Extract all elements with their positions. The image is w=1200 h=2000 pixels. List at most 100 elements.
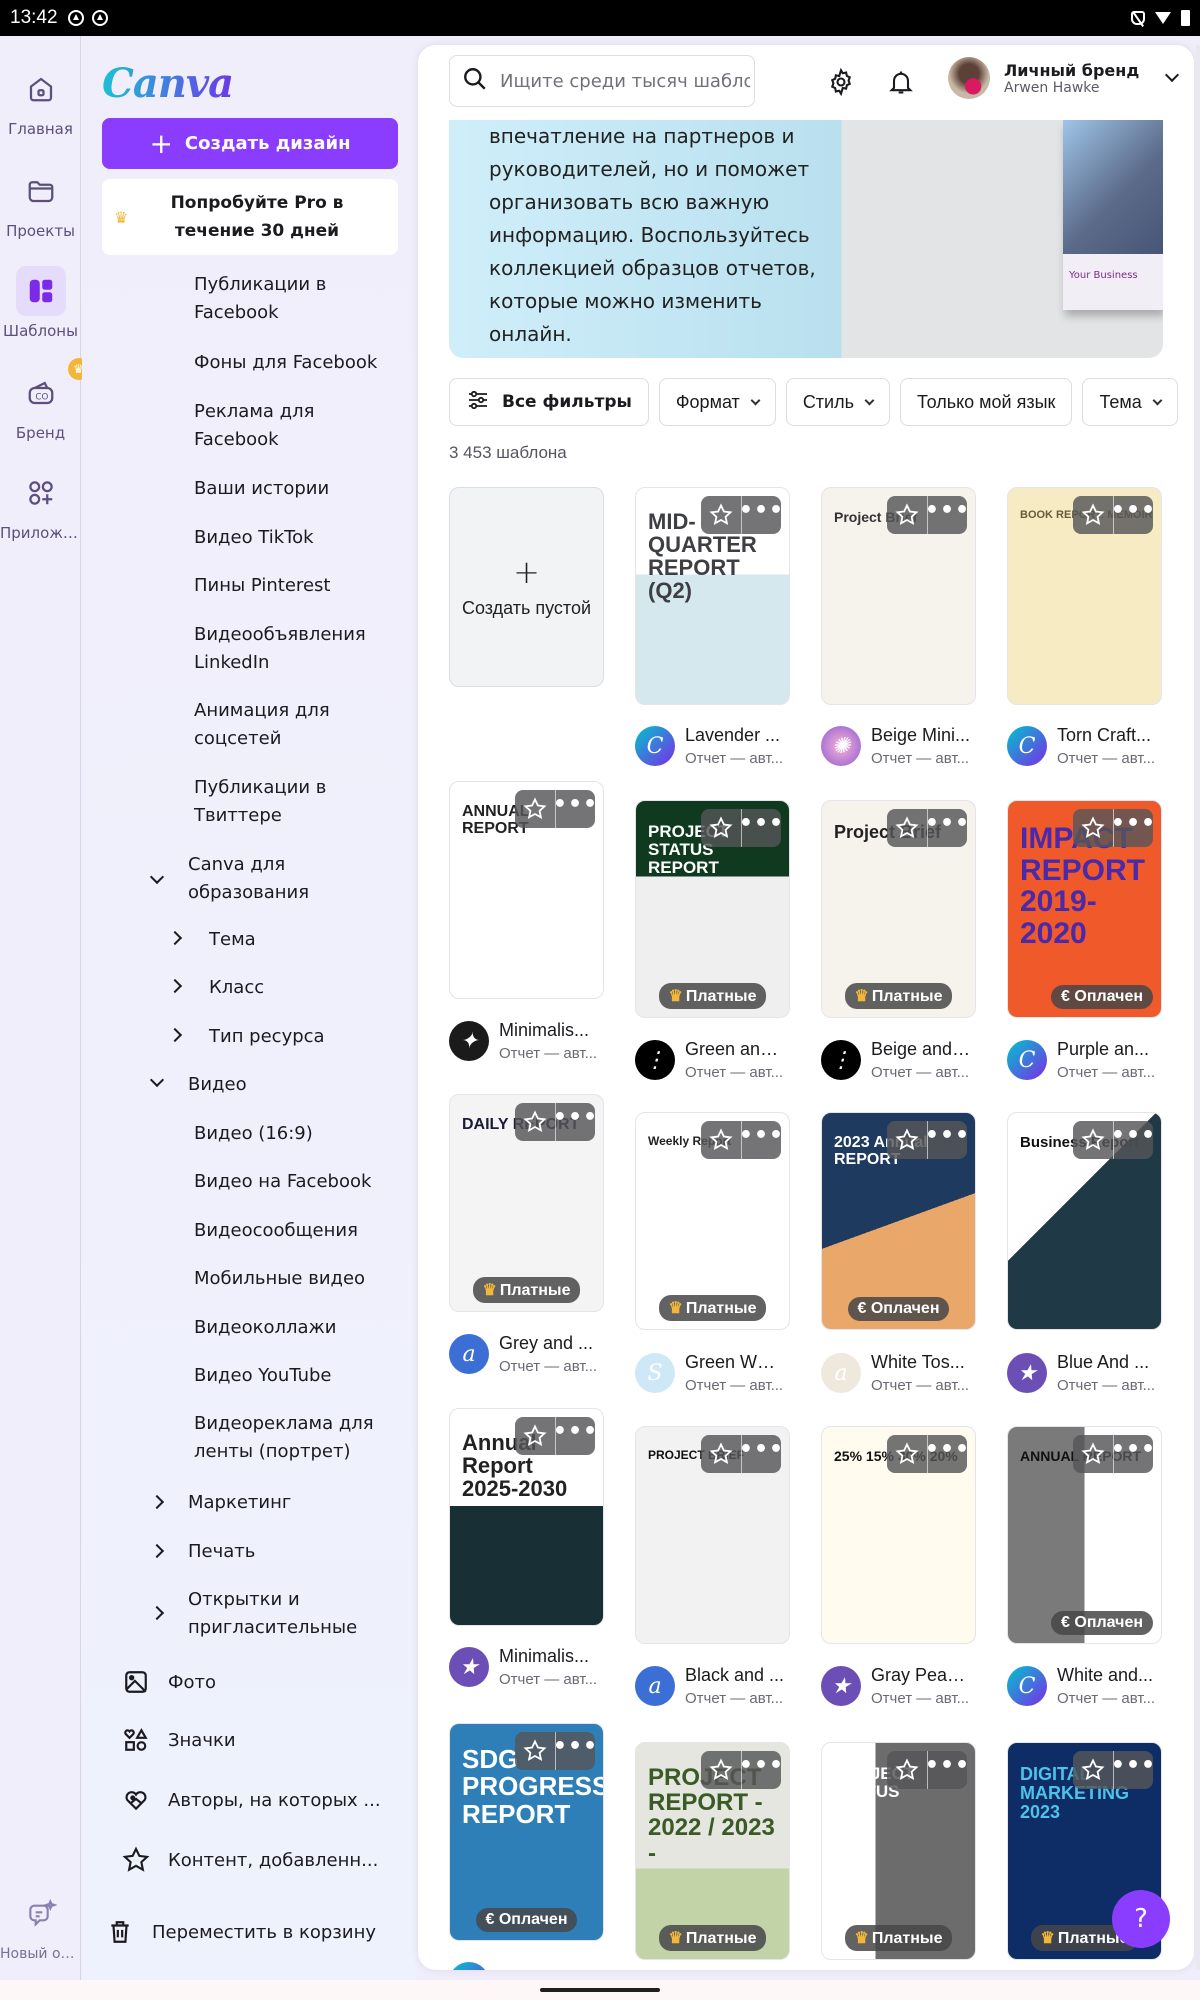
nav-item-starred-content[interactable]: Контент, добавленн... xyxy=(122,1846,378,1874)
more-options-icon[interactable]: ••• xyxy=(739,496,781,534)
more-options-icon[interactable]: ••• xyxy=(1111,1121,1153,1159)
template-name[interactable]: Purple an... xyxy=(1057,1039,1157,1060)
creator-avatar[interactable]: ✦ xyxy=(449,1021,489,1061)
nav-item-education-resource[interactable]: Тип ресурса xyxy=(209,1023,409,1051)
nav-item-twitter-posts[interactable]: Публикации в Твиттере xyxy=(194,774,404,830)
nav-item-photos[interactable]: Фото xyxy=(122,1668,216,1696)
nav-item-video-16-9[interactable]: Видео (16:9) xyxy=(194,1120,404,1148)
rail-item-apps[interactable]: Приложе... xyxy=(0,468,81,542)
rail-item-projects[interactable]: Проекты xyxy=(0,166,81,240)
favorite-star-icon[interactable] xyxy=(701,1751,741,1789)
template-name[interactable]: White and... xyxy=(1057,1665,1157,1686)
template-thumbnail[interactable]: BOOK REPORT: MEMOIR••• xyxy=(1007,487,1162,705)
template-name[interactable]: Green and... xyxy=(685,1039,785,1060)
more-options-icon[interactable]: ••• xyxy=(925,1435,967,1473)
nav-item-pinterest-pins[interactable]: Пины Pinterest xyxy=(194,572,404,600)
favorite-star-icon[interactable] xyxy=(515,790,555,828)
template-name[interactable]: Torn Craft... xyxy=(1057,725,1157,746)
chevron-right-icon[interactable] xyxy=(170,981,180,991)
nav-category-cards-invitations[interactable]: Открытки и пригласительные xyxy=(188,1586,408,1642)
creator-avatar[interactable]: C xyxy=(1007,1666,1047,1706)
creator-avatar[interactable]: C xyxy=(449,1962,489,1970)
profile-switcher[interactable]: Личный бренд Arwen Hawke xyxy=(948,57,1177,99)
nav-item-facebook-video[interactable]: Видео на Facebook xyxy=(194,1168,404,1196)
create-blank-button[interactable]: + Создать пустой xyxy=(449,487,604,687)
more-options-icon[interactable]: ••• xyxy=(739,809,781,847)
rail-item-templates[interactable]: Шаблоны xyxy=(0,266,81,340)
more-options-icon[interactable]: ••• xyxy=(553,790,595,828)
nav-category-marketing[interactable]: Маркетинг xyxy=(188,1489,408,1517)
template-thumbnail[interactable]: PROJECT REPORT - 2022 / 2023 -•••♛Платны… xyxy=(635,1742,790,1960)
settings-gear-icon[interactable] xyxy=(826,67,856,97)
help-button[interactable]: ? xyxy=(1112,1890,1170,1948)
template-thumbnail[interactable]: Business Report••• xyxy=(1007,1112,1162,1330)
creator-avatar[interactable]: ★ xyxy=(449,1647,489,1687)
more-options-icon[interactable]: ••• xyxy=(925,496,967,534)
creator-avatar[interactable]: ★ xyxy=(1007,1353,1047,1393)
template-name[interactable]: White Tos... xyxy=(871,1352,971,1373)
template-thumbnail[interactable]: Annual Report 2025-2030 ••• xyxy=(449,1408,604,1626)
template-thumbnail[interactable]: DAILY REPORT•••♛Платные xyxy=(449,1094,604,1312)
nav-item-stories[interactable]: Ваши истории xyxy=(194,475,404,503)
template-thumbnail[interactable]: MID-QUARTER REPORT (Q2) ••• xyxy=(635,487,790,705)
notifications-bell-icon[interactable] xyxy=(886,67,916,97)
more-options-icon[interactable]: ••• xyxy=(1111,1435,1153,1473)
template-name[interactable]: Lavender ... xyxy=(685,725,785,746)
nav-item-mobile-video[interactable]: Мобильные видео xyxy=(194,1265,404,1293)
template-thumbnail[interactable]: PROJECT STATUS ••• ♛ Платные xyxy=(821,1742,976,1960)
nav-category-video[interactable]: Видео xyxy=(188,1071,408,1099)
chevron-right-icon[interactable] xyxy=(170,1030,180,1040)
favorite-star-icon[interactable] xyxy=(1073,1751,1113,1789)
nav-item-elements[interactable]: Значки xyxy=(122,1726,236,1754)
filter-theme[interactable]: Тема xyxy=(1082,378,1178,426)
template-thumbnail[interactable]: 25% 15% 30% 20%••• xyxy=(821,1426,976,1644)
favorite-star-icon[interactable] xyxy=(1073,1435,1113,1473)
more-options-icon[interactable]: ••• xyxy=(925,1121,967,1159)
favorite-star-icon[interactable] xyxy=(1073,809,1113,847)
favorite-star-icon[interactable] xyxy=(1073,496,1113,534)
template-thumbnail[interactable]: ANNUAL REPORT•••€ Оплачен xyxy=(1007,1426,1162,1644)
more-options-icon[interactable]: ••• xyxy=(739,1435,781,1473)
favorite-star-icon[interactable] xyxy=(887,1121,927,1159)
favorite-star-icon[interactable] xyxy=(701,496,741,534)
nav-item-social-animation[interactable]: Анимация для соцсетей xyxy=(194,697,404,753)
nav-item-facebook-posts[interactable]: Публикации в Facebook xyxy=(194,271,404,327)
more-options-icon[interactable]: ••• xyxy=(1111,496,1153,534)
template-name[interactable]: Minimalis... xyxy=(499,1020,599,1041)
filter-format[interactable]: Формат xyxy=(658,378,776,426)
favorite-star-icon[interactable] xyxy=(887,1435,927,1473)
more-options-icon[interactable]: ••• xyxy=(1111,809,1153,847)
try-pro-card[interactable]: ♛ Попробуйте Pro в течение 30 дней xyxy=(102,179,398,255)
more-options-icon[interactable]: ••• xyxy=(553,1732,595,1770)
nav-item-feed-video-ads[interactable]: Видеореклама для ленты (портрет) xyxy=(194,1410,404,1466)
favorite-star-icon[interactable] xyxy=(515,1732,555,1770)
favorite-star-icon[interactable] xyxy=(701,1121,741,1159)
creator-avatar[interactable]: ⋮ xyxy=(635,1040,675,1080)
rail-item-new-chat[interactable]: Новый об... xyxy=(0,1890,81,1962)
favorite-star-icon[interactable] xyxy=(515,1103,555,1141)
template-thumbnail[interactable]: IMPACT REPORT 2019-2020•••€ Оплачен xyxy=(1007,800,1162,1018)
template-thumbnail[interactable]: ANNUAL REPORT ••• xyxy=(449,781,604,999)
search-box[interactable] xyxy=(449,55,755,107)
canva-logo[interactable]: Canva xyxy=(102,60,234,107)
creator-avatar[interactable]: S xyxy=(635,1353,675,1393)
nav-item-education-topic[interactable]: Тема xyxy=(209,926,409,954)
favorite-star-icon[interactable] xyxy=(887,809,927,847)
more-options-icon[interactable]: ••• xyxy=(925,1751,967,1789)
rail-item-home[interactable]: Главная xyxy=(0,64,81,138)
creator-avatar[interactable]: a xyxy=(821,1353,861,1393)
nav-item-trash[interactable]: Переместить в корзину xyxy=(106,1918,376,1946)
chevron-right-icon[interactable] xyxy=(152,1608,162,1618)
template-name[interactable]: Green Whi... xyxy=(685,1352,785,1373)
chevron-right-icon[interactable] xyxy=(152,1546,162,1556)
template-name[interactable]: Gray Peac... xyxy=(871,1665,971,1686)
nav-category-print[interactable]: Печать xyxy=(188,1538,408,1566)
all-filters-button[interactable]: Все фильтры xyxy=(449,378,649,426)
nav-category-education[interactable]: Canva для образования xyxy=(188,851,408,907)
more-options-icon[interactable]: ••• xyxy=(925,809,967,847)
home-gesture-pill[interactable] xyxy=(540,1988,660,1992)
creator-avatar[interactable]: ★ xyxy=(821,1666,861,1706)
favorite-star-icon[interactable] xyxy=(701,1435,741,1473)
template-thumbnail[interactable]: PROJECT STATUS REPORT ••• ♛ Платные xyxy=(635,800,790,1018)
template-thumbnail[interactable]: PROJECT BRIEF ••• xyxy=(635,1426,790,1644)
